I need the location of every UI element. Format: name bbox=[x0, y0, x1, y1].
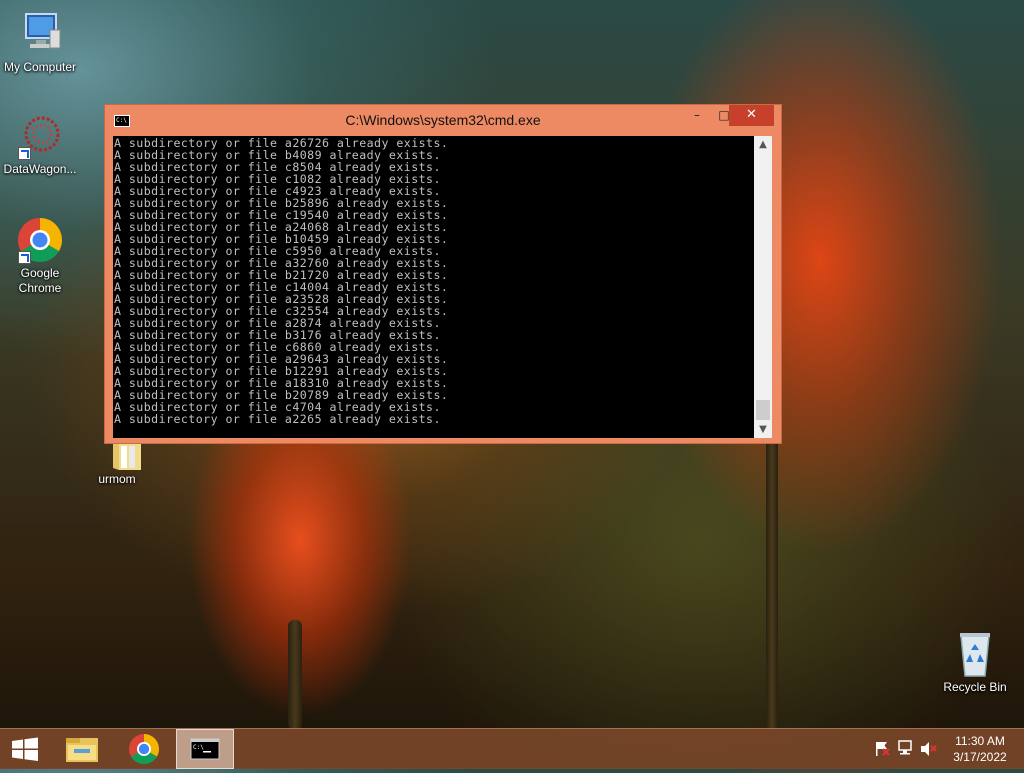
close-button[interactable]: ✕ bbox=[729, 105, 774, 126]
shortcut-arrow-icon bbox=[18, 251, 31, 264]
desktop-icon-datawagon[interactable]: DataWagon... bbox=[0, 112, 80, 177]
scrollbar-thumb[interactable] bbox=[756, 400, 770, 420]
desktop-icon-label: Recycle Bin bbox=[943, 680, 1007, 694]
svg-text:C:\: C:\ bbox=[193, 744, 204, 751]
network-icon[interactable] bbox=[896, 729, 916, 769]
taskbar-cmd[interactable]: C:\ bbox=[176, 729, 234, 769]
wallpaper-stem bbox=[288, 620, 302, 730]
desktop-icon-label: urmom bbox=[98, 472, 136, 486]
volume-muted-icon[interactable] bbox=[918, 729, 938, 769]
console-line: A subdirectory or file a2265 already exi… bbox=[114, 412, 441, 426]
computer-icon bbox=[16, 10, 64, 58]
shortcut-arrow-icon bbox=[18, 147, 31, 160]
file-explorer-icon bbox=[66, 738, 98, 762]
console-text: A subdirectory or file a26726 already ex… bbox=[113, 136, 754, 425]
start-button[interactable] bbox=[0, 729, 52, 769]
datawagon-icon bbox=[16, 112, 64, 160]
chrome-icon bbox=[16, 216, 64, 264]
chrome-icon bbox=[129, 734, 159, 765]
taskbar: C:\ 11:30 AM 3/17/2022 bbox=[0, 728, 1024, 769]
action-center-flag-icon[interactable] bbox=[872, 729, 892, 769]
desktop-icon-my-computer[interactable]: My Computer bbox=[0, 10, 80, 75]
console-output[interactable]: A subdirectory or file a26726 already ex… bbox=[113, 136, 754, 438]
desktop-icon-google-chrome[interactable]: Google Chrome bbox=[0, 216, 80, 296]
scroll-up-icon[interactable]: ▲ bbox=[754, 136, 772, 153]
system-tray bbox=[868, 729, 940, 769]
scroll-down-icon[interactable]: ▼ bbox=[754, 421, 772, 438]
window-titlebar[interactable]: C:\ C:\Windows\system32\cmd.exe – □ ✕ bbox=[105, 105, 781, 135]
recycle-bin-icon bbox=[951, 630, 999, 678]
wallpaper-stem bbox=[766, 430, 778, 730]
taskbar-file-explorer[interactable] bbox=[56, 729, 112, 769]
desktop-icon-recycle-bin[interactable]: Recycle Bin bbox=[935, 630, 1015, 695]
window-title: C:\Windows\system32\cmd.exe bbox=[345, 112, 541, 128]
desktop-icon-label: DataWagon... bbox=[3, 162, 77, 176]
cmd-window[interactable]: C:\ C:\Windows\system32\cmd.exe – □ ✕ A … bbox=[104, 104, 782, 444]
clock-time: 11:30 AM bbox=[955, 734, 1005, 748]
desktop-icon-label: My Computer bbox=[3, 60, 77, 74]
taskbar-chrome[interactable] bbox=[116, 729, 172, 769]
taskbar-clock[interactable]: 11:30 AM 3/17/2022 bbox=[940, 733, 1020, 765]
windows-start-icon bbox=[12, 737, 38, 761]
clock-date: 3/17/2022 bbox=[953, 750, 1007, 764]
minimize-button[interactable]: – bbox=[683, 105, 711, 126]
cmd-icon: C:\ bbox=[190, 738, 220, 760]
vertical-scrollbar[interactable]: ▲ ▼ bbox=[754, 136, 772, 438]
desktop-icon-label: Google Chrome bbox=[18, 266, 62, 295]
